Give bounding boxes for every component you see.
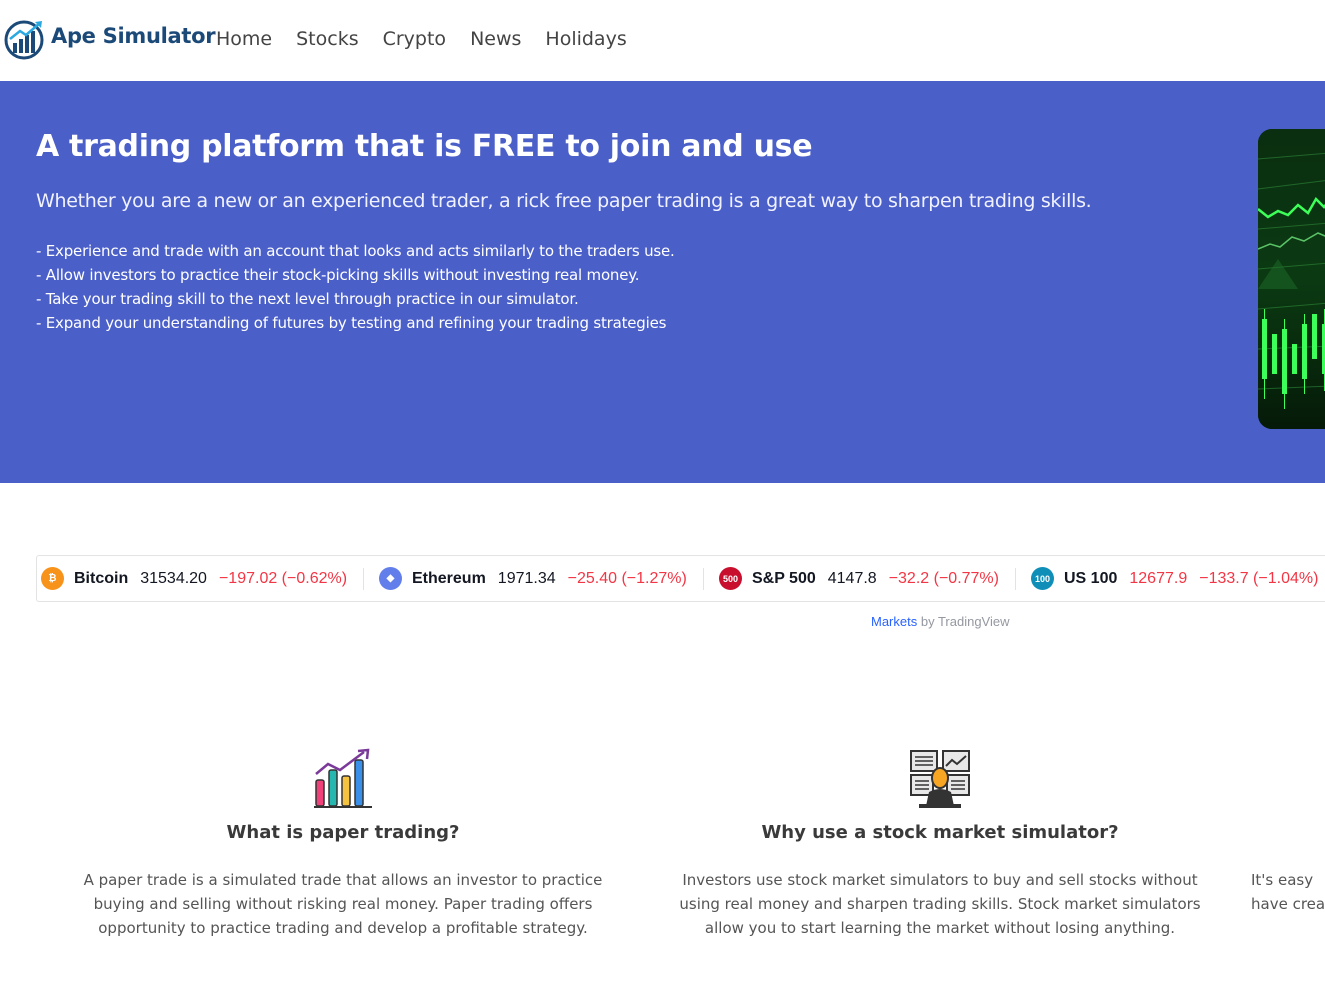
feature-text: It's easy have creat [1251,871,1325,913]
ticker-price: 4147.8 [827,569,877,587]
ticker-change: −197.02 (−0.62%) [218,569,348,587]
ticker-item-bitcoin[interactable]: ₿ Bitcoin 31534.20 −197.02 (−0.62%) [41,556,347,601]
nav-holidays[interactable]: Holidays [545,28,626,50]
feature-title: Why use a stock market simulator? [761,822,1119,843]
feature-paper-trading: What is paper trading? A paper trade is … [60,748,626,940]
hero-bullet: - Take your trading skill to the next le… [36,290,579,308]
credit-text: by TradingView [917,614,1010,629]
trader-screens-icon [910,750,970,808]
ticker-item-us100[interactable]: 100 US 100 12677.9 −133.7 (−1.04%) [1031,556,1318,601]
feature-text: Investors use stock market simulators to… [679,871,1201,937]
hero-title: A trading platform that is FREE to join … [36,129,813,164]
ticker-change: −32.2 (−0.77%) [888,569,999,587]
hero-subtitle: Whether you are a new or an experienced … [36,190,1092,212]
feature-text: A paper trade is a simulated trade that … [83,871,603,937]
ticker-name: Bitcoin [74,569,129,587]
ticker-divider [363,568,364,590]
logo-link[interactable] [4,19,46,61]
ticker-price: 31534.20 [140,569,207,587]
nav-links: Home Stocks Crypto News Holidays [216,28,651,50]
feature-title: What is paper trading? [226,822,460,843]
us100-icon: 100 [1031,567,1054,590]
ethereum-icon: ◆ [379,567,402,590]
green-candlestick-chart-image [1258,129,1325,429]
ticker-change: −133.7 (−1.04%) [1199,569,1319,587]
markets-link[interactable]: Markets [871,614,917,629]
ticker-price: 1971.34 [497,569,556,587]
bitcoin-icon: ₿ [41,567,64,590]
hero-bullet-list: - Experience and trade with an account t… [36,239,675,335]
hero-bullet: - Expand your understanding of futures b… [36,314,667,332]
ticker-name: Ethereum [412,569,486,587]
tradingview-credit: Markets by TradingView [871,614,1010,629]
nav-home[interactable]: Home [216,28,272,50]
ticker-divider [1015,568,1016,590]
ticker-name: US 100 [1064,569,1118,587]
feature-partial: It's easy have creat [1242,748,1325,916]
nav-crypto[interactable]: Crypto [383,28,446,50]
market-ticker-tape[interactable]: ₿ Bitcoin 31534.20 −197.02 (−0.62%) ◆ Et… [36,555,1325,602]
rising-chart-logo-icon [4,20,44,60]
hero-bullet: - Allow investors to practice their stoc… [36,266,640,284]
ticker-item-ethereum[interactable]: ◆ Ethereum 1971.34 −25.40 (−1.27%) [379,556,687,601]
ticker-change: −25.40 (−1.27%) [567,569,687,587]
sp500-icon: 500 [719,567,742,590]
hero-bullet: - Experience and trade with an account t… [36,242,675,260]
ticker-divider [703,568,704,590]
bar-chart-growth-icon [314,748,372,808]
hero-banner: A trading platform that is FREE to join … [0,81,1325,483]
ticker-price: 12677.9 [1129,569,1188,587]
brand-name[interactable]: Ape Simulator [51,24,216,48]
feature-stock-simulator: Why use a stock market simulator? Invest… [660,748,1220,940]
nav-news[interactable]: News [470,28,521,50]
nav-stocks[interactable]: Stocks [296,28,358,50]
ticker-item-sp500[interactable]: 500 S&P 500 4147.8 −32.2 (−0.77%) [719,556,999,601]
top-navbar: Ape Simulator Home Stocks Crypto News Ho… [0,0,1325,81]
ticker-name: S&P 500 [752,569,816,587]
